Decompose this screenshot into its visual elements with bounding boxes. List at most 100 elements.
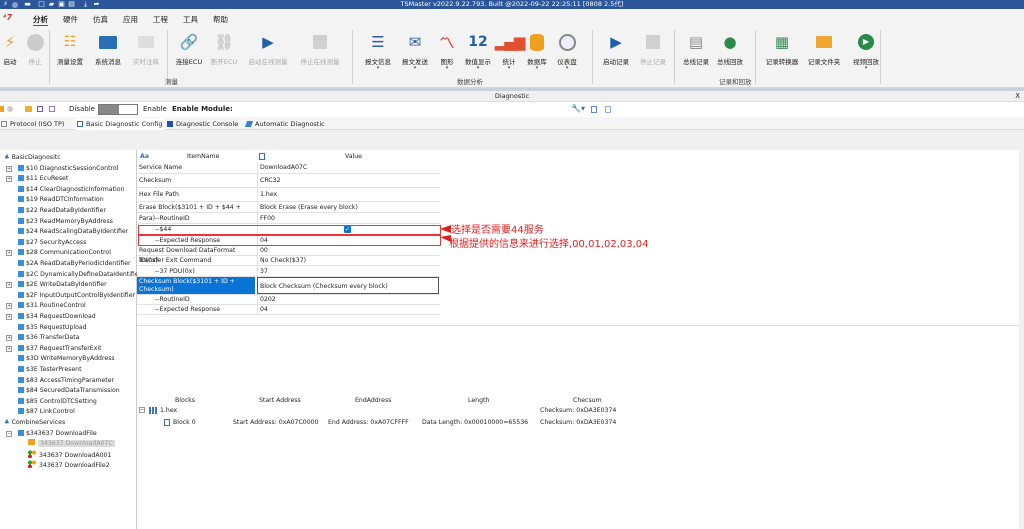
tree-item[interactable]: $2C DynamicallyDefineDataIdentifier — [18, 270, 141, 281]
expand-icon[interactable]: + — [6, 250, 12, 257]
ribbon-button-list[interactable]: ☰ 报文信息 ▾ — [358, 31, 398, 71]
menu-hardware[interactable]: 硬件 — [63, 14, 78, 25]
save-icon[interactable] — [37, 106, 43, 112]
tree-item[interactable]: + $10 DiagnosticSessionControl — [6, 164, 118, 175]
tree-item[interactable]: − $343637 DownloadFile — [6, 429, 97, 440]
category-icon[interactable] — [259, 153, 265, 160]
scrollbar[interactable] — [1019, 150, 1024, 529]
expand-icon[interactable]: + — [6, 345, 12, 352]
menu-help[interactable]: 帮助 — [213, 14, 228, 25]
sort-alpha-icon[interactable]: Aa — [140, 152, 149, 162]
ribbon-button-message[interactable]: 系统消息 — [88, 31, 128, 66]
expand-icon[interactable]: + — [6, 314, 12, 320]
grid-row[interactable]: --37 PDU(0x) 37 — [137, 266, 440, 277]
menu-application[interactable]: 应用 — [123, 14, 138, 25]
ribbon-button-stop[interactable]: 停止在线测量 — [300, 31, 340, 66]
tree-item[interactable]: $24 ReadScalingDataByIdentifier — [18, 227, 128, 238]
tree-item[interactable]: $14 ClearDiagnosticInformation — [18, 185, 124, 196]
tree-item[interactable]: $2A ReadDataByPeriodicIdentifier — [18, 259, 131, 270]
row-value[interactable]: 1.hex — [257, 188, 439, 201]
ribbon-button-stop[interactable]: 停止记录 — [633, 31, 673, 66]
tab-diagnostic-console[interactable]: Diagnostic Console — [166, 118, 243, 130]
block-name[interactable]: Block 0 — [173, 419, 196, 426]
save-as-icon[interactable] — [49, 106, 55, 112]
open-folder-icon[interactable] — [25, 106, 32, 112]
tree-item[interactable]: 343637 DownloadFile2 — [28, 460, 110, 471]
ribbon-button-bus-replay[interactable]: ● 总线回放 — [710, 31, 750, 66]
stop-icon[interactable] — [7, 106, 13, 112]
tree-item[interactable]: $23 ReadMemoryByAddress — [18, 217, 113, 228]
tree-item[interactable]: $35 RequestUpload — [18, 323, 87, 334]
expand-icon[interactable]: + — [6, 165, 12, 172]
wrench-icon[interactable]: 🔧▾ — [571, 104, 585, 113]
tree-item[interactable]: + $11 EcuReset — [6, 174, 68, 185]
row-value[interactable]: No Check($37) — [257, 256, 439, 265]
menu-simulation[interactable]: 仿真 — [93, 14, 108, 25]
window-close-icon[interactable] — [591, 106, 597, 113]
lightning-icon[interactable] — [0, 106, 4, 112]
service-tree[interactable]: ♣ BasicDiagnositc + $10 DiagnosticSessionCo… — [0, 150, 141, 529]
row-value[interactable]: CRC32 — [257, 174, 439, 187]
tree-item[interactable]: ♣ BasicDiagnositc — [4, 153, 61, 164]
tree-item[interactable]: $2F InputOutputControlByIdentifier — [18, 291, 135, 302]
collapse-icon[interactable]: − — [139, 407, 145, 413]
grid-row[interactable]: Erase Block($3101 + ID + $44 + Para) Bloc… — [137, 202, 440, 222]
tree-item[interactable]: $84 SecuredDataTransmission — [18, 386, 120, 397]
tree-item[interactable]: + $37 RequestTransferExit — [6, 344, 102, 355]
ribbon-button-video-play[interactable]: ▶ 视频回放 ▾ — [846, 31, 886, 71]
tree-item[interactable]: $85 ControlDTCSetting — [18, 397, 97, 408]
close-button[interactable]: X — [1015, 92, 1020, 100]
expand-icon[interactable]: + — [6, 282, 12, 289]
expand-icon[interactable]: + — [6, 303, 12, 310]
ribbon-button-gauge[interactable]: 仪表盘 ▾ — [547, 31, 587, 71]
tree-item[interactable]: + $2E WriteDataByIdentifier — [6, 280, 107, 291]
tab-protocol[interactable]: Protocol (ISO TP) — [0, 118, 73, 130]
expand-icon[interactable]: + — [6, 335, 12, 342]
tree-item[interactable]: $22 ReadDataByIdentifier — [18, 206, 106, 217]
row-value[interactable]: Block Erase (Erase every block) — [257, 202, 439, 212]
tab-basic-diagnostic-config[interactable]: Basic Diagnostic Config — [76, 118, 164, 130]
tree-item[interactable]: $19 ReadDTCInformation — [18, 195, 104, 206]
tree-item[interactable]: $3E TesterPresent — [18, 365, 82, 376]
grid-row[interactable]: Checksum CRC32 — [137, 174, 440, 188]
tree-item[interactable]: $3D WriteMemoryByAddress — [18, 354, 115, 365]
expand-icon[interactable]: + — [6, 176, 12, 183]
row-value[interactable]: 04 — [257, 305, 439, 314]
tree-item[interactable]: $83 AccessTimingParameter — [18, 376, 114, 387]
ribbon-button-stop-circle[interactable]: 停止 — [15, 31, 55, 66]
ribbon-button-play[interactable]: ▶ 启动在线测量 — [248, 31, 288, 66]
tree-item[interactable]: + $34 RequestDownload — [6, 312, 96, 323]
ribbon-button-comment[interactable]: 实时注释 — [126, 31, 166, 66]
tab-automatic-diagnostic[interactable]: Automatic Diagnostic — [244, 118, 335, 130]
row-value[interactable]: 0202 — [257, 295, 439, 304]
tree-item[interactable]: 343637 DownloadA001 — [28, 449, 111, 461]
ribbon-button-folder[interactable]: 记录文件夹 — [804, 31, 844, 66]
enable-toggle[interactable] — [98, 104, 138, 115]
row-value[interactable]: FF00 — [257, 213, 439, 223]
menu-project[interactable]: 工程 — [153, 14, 168, 25]
grid-row[interactable]: Service Name DownloadA07C — [137, 162, 440, 174]
menu-analysis[interactable]: 分析 — [33, 14, 48, 26]
row-value[interactable]: DownloadA07C — [257, 162, 439, 173]
ribbon-button-link[interactable]: 🔗 连接ECU — [169, 31, 209, 66]
tree-item[interactable]: 343637 DownloadA07C — [28, 439, 115, 450]
tree-item[interactable]: + $36 TransferData — [6, 333, 79, 344]
ribbon-button-converter[interactable]: ▦ 记录转换器 — [762, 31, 802, 66]
tree-item[interactable]: $27 SecurityAccess — [18, 238, 86, 249]
tree-item[interactable]: $87 LinkControl — [18, 407, 75, 418]
tree-item[interactable]: + $28 CommunicationControl — [6, 248, 111, 259]
grid-row[interactable]: --RoutineID FF00 — [137, 213, 440, 224]
ribbon-button-unlink[interactable]: ⛓ 断开ECU — [204, 31, 244, 66]
menu-tools[interactable]: 工具 — [183, 14, 198, 25]
tree-item[interactable]: + $31 RoutineControl — [6, 301, 86, 312]
grid-row[interactable]: --Expected Response 04 — [137, 305, 440, 315]
file-name[interactable]: 1.hex — [160, 407, 177, 414]
tree-item[interactable]: ♣ CombineServices — [4, 418, 65, 429]
grid-row[interactable]: Transfer Exit Command No Check($37) — [137, 256, 440, 266]
row-value[interactable]: 00 — [257, 246, 439, 255]
expand-icon[interactable]: − — [6, 430, 12, 437]
grid-row[interactable]: Hex File Path 1.hex — [137, 188, 440, 202]
row-value[interactable]: 37 — [257, 266, 439, 276]
ribbon-button-play[interactable]: ▶ 启动记录 — [596, 31, 636, 66]
grid-row[interactable]: --RoutineID 0202 — [137, 295, 440, 305]
